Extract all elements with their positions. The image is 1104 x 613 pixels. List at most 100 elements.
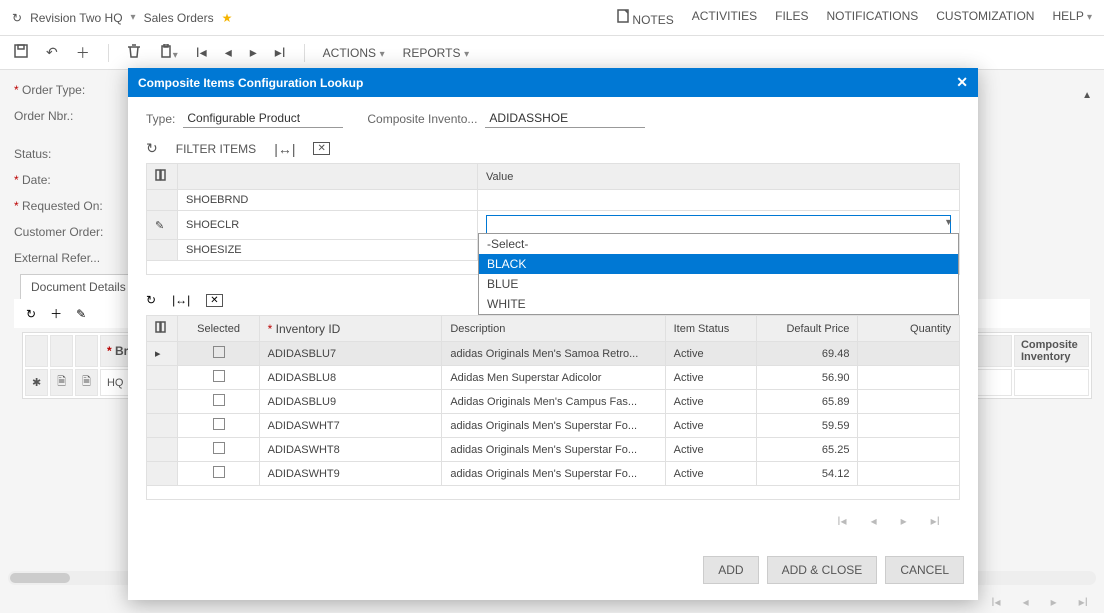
fit-icon[interactable]: |↔| bbox=[274, 141, 295, 157]
company-name[interactable]: Revision Two HQ bbox=[30, 11, 122, 25]
filter-items-button[interactable]: FILTER ITEMS bbox=[176, 142, 256, 156]
label-cust-order: Customer Order: bbox=[14, 225, 114, 239]
row-checkbox[interactable] bbox=[213, 394, 225, 406]
cancel-button[interactable]: CANCEL bbox=[885, 556, 964, 584]
table-row[interactable]: ADIDASBLU9Adidas Originals Men's Campus … bbox=[147, 390, 960, 414]
collapse-icon[interactable]: ▲ bbox=[1082, 90, 1092, 101]
col-value: Value bbox=[478, 164, 960, 190]
cell-quantity bbox=[858, 366, 960, 390]
nav-activities[interactable]: ACTIVITIES bbox=[692, 9, 757, 27]
clear-icon[interactable]: ✕ bbox=[313, 142, 329, 155]
table-row[interactable]: ADIDASWHT7adidas Originals Men's Superst… bbox=[147, 414, 960, 438]
add-close-button[interactable]: ADD & CLOSE bbox=[767, 556, 878, 584]
pager-first-icon[interactable]: I◂ bbox=[837, 514, 846, 528]
modal-refresh-icon[interactable]: ↻ bbox=[146, 140, 158, 157]
pager-prev-icon[interactable]: ◂ bbox=[871, 514, 877, 528]
actions-menu[interactable]: ACTIONS ▾ bbox=[323, 45, 385, 60]
col-inventory-id[interactable]: Inventory ID bbox=[268, 322, 341, 336]
nav-notifications[interactable]: NOTIFICATIONS bbox=[826, 9, 918, 27]
grid-edit-icon[interactable]: ✎ bbox=[76, 307, 86, 321]
cell-quantity bbox=[858, 462, 960, 486]
col-selected[interactable]: Selected bbox=[178, 316, 259, 342]
cell-default-price: 56.90 bbox=[756, 366, 857, 390]
nav-help[interactable]: HELP ▾ bbox=[1052, 9, 1092, 27]
last-icon[interactable]: ▸I bbox=[275, 44, 286, 61]
star-icon[interactable]: ★ bbox=[222, 11, 233, 25]
close-icon[interactable]: ✕ bbox=[956, 74, 968, 91]
cell-inventory-id: ADIDASWHT8 bbox=[259, 438, 442, 462]
save-icon[interactable] bbox=[14, 44, 28, 61]
nav-files[interactable]: FILES bbox=[775, 9, 808, 27]
page-prev-icon[interactable]: ◂ bbox=[1023, 595, 1029, 609]
first-icon[interactable]: I◂ bbox=[196, 44, 207, 61]
col-quantity[interactable]: Quantity bbox=[858, 316, 960, 342]
attr-shoebrnd[interactable]: SHOEBRND bbox=[178, 190, 478, 211]
row-checkbox[interactable] bbox=[213, 370, 225, 382]
row-checkbox[interactable] bbox=[213, 466, 225, 478]
cell-quantity bbox=[858, 390, 960, 414]
cell-description: adidas Originals Men's Samoa Retro... bbox=[442, 342, 665, 366]
col-item-status[interactable]: Item Status bbox=[665, 316, 756, 342]
reports-menu[interactable]: REPORTS ▾ bbox=[403, 45, 469, 60]
grid-add-icon[interactable]: ＋ bbox=[50, 305, 62, 322]
label-date: Date: bbox=[14, 173, 114, 187]
note-icon bbox=[616, 9, 629, 24]
modal-title: Composite Items Configuration Lookup bbox=[138, 76, 363, 90]
prev-icon[interactable]: ◂ bbox=[225, 44, 232, 61]
columns-icon[interactable] bbox=[155, 320, 169, 334]
clipboard-icon[interactable]: ▾ bbox=[159, 44, 178, 61]
page-next-icon[interactable]: ▸ bbox=[1051, 595, 1057, 609]
delete-icon[interactable] bbox=[127, 44, 141, 61]
nav-notes[interactable]: NOTES bbox=[616, 9, 674, 27]
page-title: Sales Orders bbox=[144, 11, 214, 25]
next-icon[interactable]: ▸ bbox=[250, 44, 257, 61]
row-checkbox[interactable] bbox=[213, 418, 225, 430]
add-button[interactable]: ADD bbox=[703, 556, 758, 584]
label-composite-inv: Composite Invento... bbox=[367, 112, 477, 126]
grid-refresh-icon[interactable]: ↻ bbox=[26, 307, 36, 321]
row-checkbox[interactable] bbox=[213, 346, 225, 358]
pager-next-icon[interactable]: ▸ bbox=[901, 514, 907, 528]
col-description[interactable]: Description bbox=[442, 316, 665, 342]
attr-shoeclr[interactable]: SHOECLR bbox=[178, 211, 478, 240]
page-last-icon[interactable]: ▸I bbox=[1079, 595, 1088, 609]
cell-default-price: 65.89 bbox=[756, 390, 857, 414]
row-checkbox[interactable] bbox=[213, 442, 225, 454]
table-row[interactable]: ADIDASBLU8Adidas Men Superstar AdicolorA… bbox=[147, 366, 960, 390]
page-first-icon[interactable]: I◂ bbox=[991, 595, 1000, 609]
table-row[interactable]: ADIDASWHT8adidas Originals Men's Superst… bbox=[147, 438, 960, 462]
option-white[interactable]: WHITE bbox=[479, 294, 958, 314]
attr-shoesize[interactable]: SHOESIZE bbox=[178, 240, 478, 261]
cell-item-status: Active bbox=[665, 390, 756, 414]
columns-icon[interactable] bbox=[155, 168, 169, 182]
cell-default-price: 69.48 bbox=[756, 342, 857, 366]
cell-description: adidas Originals Men's Superstar Fo... bbox=[442, 438, 665, 462]
cell-item-status: Active bbox=[665, 342, 756, 366]
shoeclr-select[interactable] bbox=[486, 215, 951, 235]
col-default-price[interactable]: Default Price bbox=[756, 316, 857, 342]
option-black[interactable]: BLACK bbox=[479, 254, 958, 274]
attribute-grid: Value SHOEBRND ✎SHOECLR ▼ -Select- BLACK… bbox=[146, 163, 960, 275]
label-order-nbr: Order Nbr.: bbox=[14, 109, 114, 123]
topbar: ↻ Revision Two HQ ▾ Sales Orders ★ NOTES… bbox=[0, 0, 1104, 36]
results-fit-icon[interactable]: |↔| bbox=[172, 293, 190, 307]
option-blue[interactable]: BLUE bbox=[479, 274, 958, 294]
results-grid: Selected Inventory ID Description Item S… bbox=[146, 315, 960, 500]
undo-icon[interactable]: ↶ bbox=[46, 44, 58, 61]
cell-quantity bbox=[858, 414, 960, 438]
chevron-down-icon[interactable]: ▾ bbox=[131, 12, 136, 23]
cell-inventory-id: ADIDASBLU8 bbox=[259, 366, 442, 390]
cell-quantity bbox=[858, 438, 960, 462]
shoeclr-dropdown: -Select- BLACK BLUE WHITE bbox=[478, 233, 959, 315]
cell-description: Adidas Originals Men's Campus Fas... bbox=[442, 390, 665, 414]
option-select[interactable]: -Select- bbox=[479, 234, 958, 254]
pager-last-icon[interactable]: ▸I bbox=[931, 514, 940, 528]
tab-document-details[interactable]: Document Details bbox=[20, 274, 137, 299]
add-icon[interactable]: ＋ bbox=[76, 43, 90, 63]
refresh-icon[interactable]: ↻ bbox=[12, 11, 22, 25]
table-row[interactable]: ▸ADIDASBLU7adidas Originals Men's Samoa … bbox=[147, 342, 960, 366]
nav-customization[interactable]: CUSTOMIZATION bbox=[936, 9, 1034, 27]
results-refresh-icon[interactable]: ↻ bbox=[146, 293, 156, 307]
table-row[interactable]: ADIDASWHT9adidas Originals Men's Superst… bbox=[147, 462, 960, 486]
results-clear-icon[interactable]: ✕ bbox=[206, 294, 222, 307]
